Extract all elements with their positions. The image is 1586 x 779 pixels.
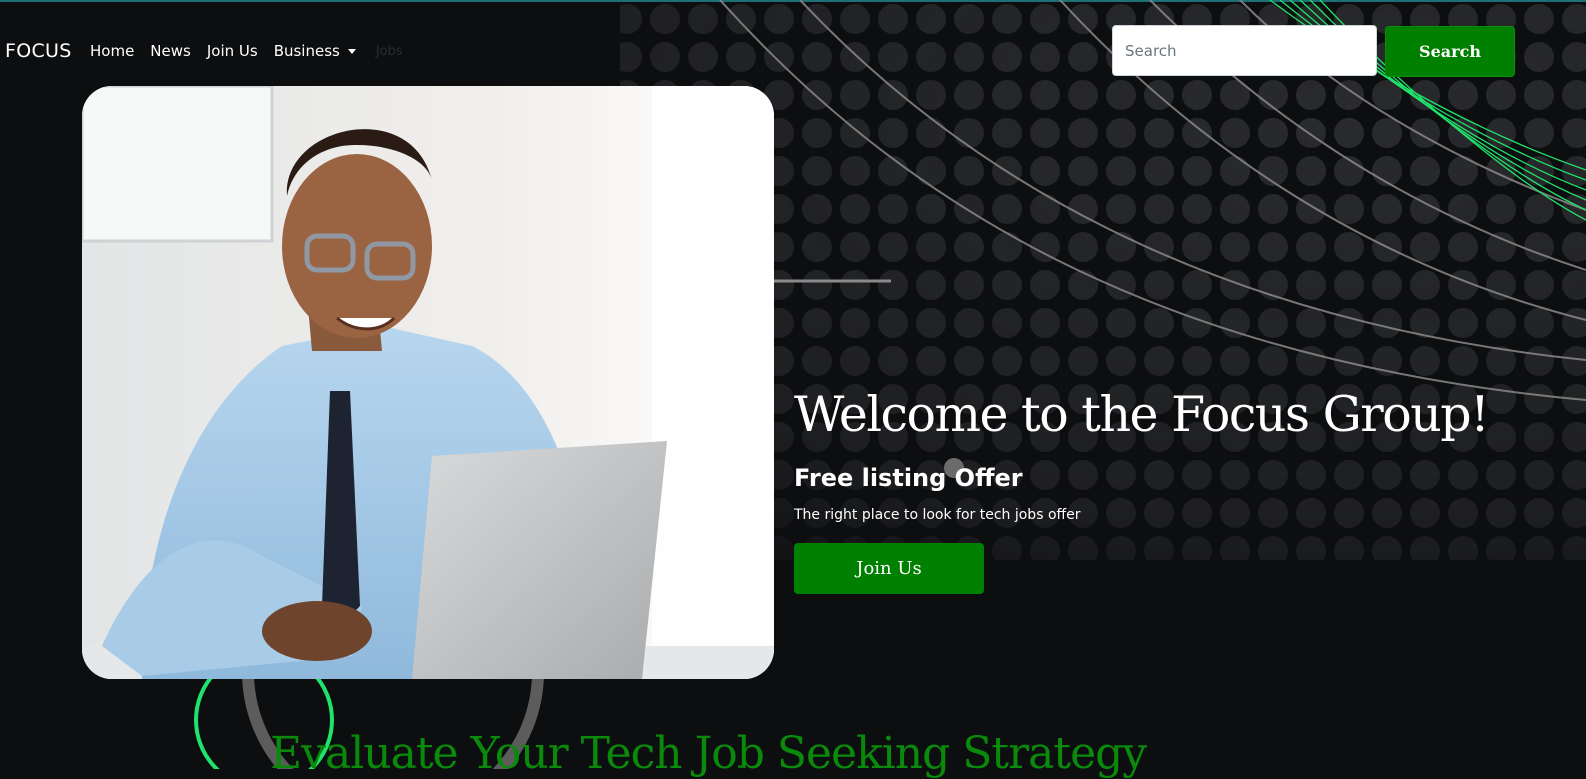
hero-title: Welcome to the Focus Group!	[794, 386, 1490, 443]
hero-tagline: The right place to look for tech jobs of…	[794, 507, 1081, 523]
nav-news[interactable]: News	[150, 42, 191, 60]
section-heading: Evaluate Your Tech Job Seeking Strategy	[270, 728, 1147, 779]
join-us-button[interactable]: Join Us	[794, 543, 984, 594]
nav-business-dropdown[interactable]: Business	[274, 42, 356, 60]
nav-business-label: Business	[273, 42, 340, 60]
chevron-down-icon	[347, 49, 356, 54]
hero-photo	[82, 86, 774, 679]
nav-links: Home News Join Us Business Jobs	[90, 42, 403, 60]
nav-home[interactable]: Home	[90, 42, 134, 60]
nav-join-us[interactable]: Join Us	[207, 42, 258, 60]
man-with-laptop-photo	[82, 86, 774, 679]
nav-hidden-item[interactable]: Jobs	[376, 44, 403, 60]
search-button[interactable]: Search	[1385, 26, 1515, 77]
brand-logo[interactable]: FOCUS	[5, 40, 72, 62]
hero-subtitle: Free listing Offer	[794, 464, 1023, 492]
search-input[interactable]	[1112, 25, 1377, 76]
